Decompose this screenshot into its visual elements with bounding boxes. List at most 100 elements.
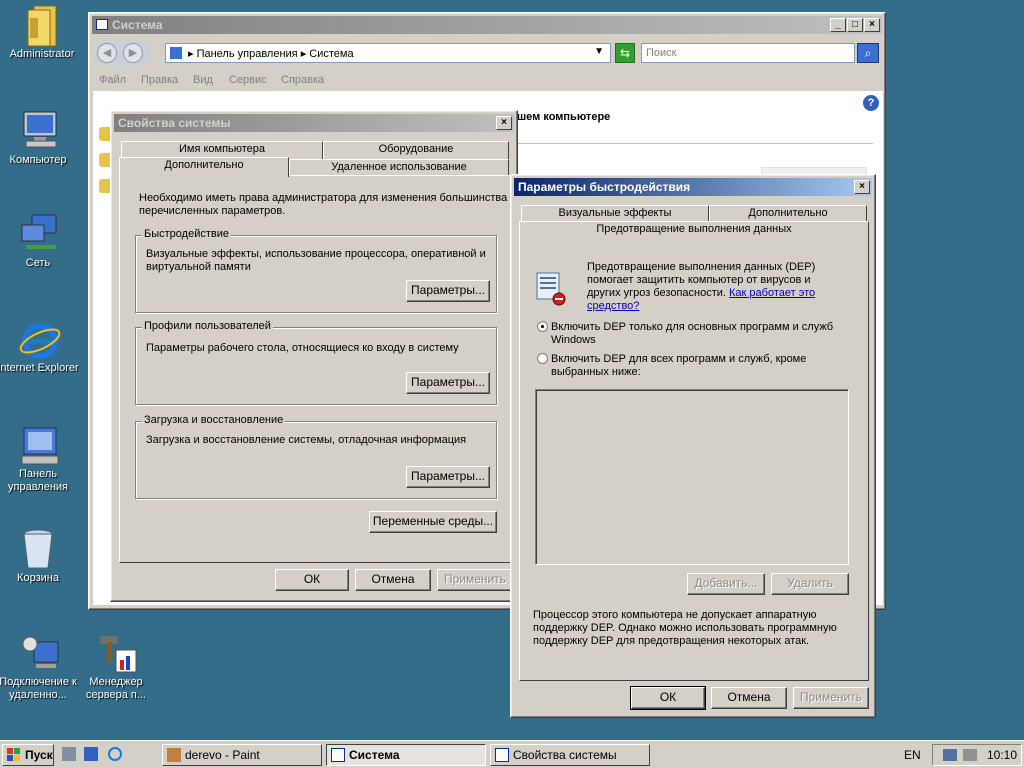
internet-explorer-icon[interactable] <box>108 747 122 761</box>
network-icon <box>18 213 58 253</box>
cancel-button[interactable]: Отмена <box>355 569 431 591</box>
desktop-icon-control-panel[interactable]: Панель управления <box>0 424 80 494</box>
refresh-icon[interactable]: ⇆ <box>615 43 635 63</box>
desktop-icon-server-manager[interactable]: Менеджер сервера п... <box>74 632 158 702</box>
desktop-icon-administrator[interactable]: Administrator <box>0 4 84 61</box>
show-desktop-icon[interactable] <box>84 747 98 761</box>
tab-dep[interactable]: Предотвращение выполнения данных <box>519 221 869 241</box>
group-performance: Быстродействие Визуальные эффекты, испол… <box>135 228 497 313</box>
desktop-icon-label: Панель управления <box>8 468 68 493</box>
system-properties-dialog[interactable]: Свойства системы × Имя компьютера Оборуд… <box>110 110 518 602</box>
task-system[interactable]: Система <box>326 744 486 766</box>
dep-description: Предотвращение выполнения данных (DEP) п… <box>587 261 837 313</box>
network-icon[interactable] <box>943 749 957 761</box>
profiles-settings-button[interactable]: Параметры... <box>406 372 490 394</box>
desktop-icon-label: Internet Explorer <box>0 362 79 374</box>
search-icon[interactable]: ⌕ <box>857 43 879 63</box>
start-label: Пуск <box>25 748 53 762</box>
dep-essential-label[interactable]: Включить DEP только для основных програм… <box>551 321 851 347</box>
breadcrumb-control-panel[interactable]: Панель управления <box>197 48 298 60</box>
minimize-button[interactable]: _ <box>830 18 846 32</box>
tab-hardware[interactable]: Оборудование <box>323 141 509 159</box>
close-button[interactable]: × <box>864 18 880 32</box>
group-text: Параметры рабочего стола, относящиеся ко… <box>146 342 459 354</box>
dep-all-radio[interactable] <box>537 353 548 364</box>
start-button[interactable]: Пуск <box>2 744 54 766</box>
menu-file[interactable]: Файл <box>99 74 126 86</box>
back-arrow-icon[interactable]: ◀ <box>97 43 117 63</box>
group-title: Быстродействие <box>142 228 231 240</box>
add-button[interactable]: Добавить... <box>687 573 765 595</box>
window-icon <box>96 19 108 30</box>
task-label: Свойства системы <box>513 748 617 762</box>
menu-view[interactable]: Вид <box>193 74 213 86</box>
group-title: Загрузка и восстановление <box>142 414 286 426</box>
help-icon[interactable]: ? <box>863 95 879 111</box>
close-button[interactable]: × <box>496 116 512 130</box>
menu-edit[interactable]: Правка <box>141 74 178 86</box>
tab-advanced[interactable]: Дополнительно <box>119 157 289 177</box>
group-text: Загрузка и восстановление системы, отлад… <box>146 434 467 446</box>
apply-button[interactable]: Применить <box>793 687 869 709</box>
menu-bar: Файл Правка Вид Сервис Справка <box>89 71 885 91</box>
group-user-profiles: Профили пользователей Параметры рабочего… <box>135 320 497 405</box>
environment-variables-button[interactable]: Переменные среды... <box>369 511 497 533</box>
desktop-icon-label: Сеть <box>25 257 51 269</box>
group-startup-recovery: Загрузка и восстановление Загрузка и вос… <box>135 414 497 499</box>
task-label: derevo - Paint <box>185 748 260 762</box>
desktop-icon-label: Administrator <box>9 48 75 60</box>
window-title: Система <box>112 18 163 32</box>
close-button[interactable]: × <box>854 180 870 194</box>
ok-button[interactable]: ОК <box>630 686 706 710</box>
recycle-bin-icon <box>18 528 58 569</box>
remove-button[interactable]: Удалить <box>771 573 849 595</box>
performance-options-dialog[interactable]: Параметры быстродействия × Визуальные эф… <box>510 174 876 718</box>
address-bar[interactable]: ▸ Панель управления ▸ Система ▼ <box>165 43 611 63</box>
performance-settings-button[interactable]: Параметры... <box>406 280 490 302</box>
dialog-title: Свойства системы <box>118 116 231 130</box>
maximize-button[interactable]: □ <box>847 18 863 32</box>
chevron-down-icon[interactable]: ▼ <box>594 46 604 57</box>
page-heading: шем компьютере <box>517 111 611 123</box>
forward-arrow-icon[interactable]: ▶ <box>123 43 143 63</box>
server-manager-icon[interactable] <box>62 747 76 761</box>
intro-text: Необходимо иметь права администратора дл… <box>139 192 508 217</box>
dialog-title: Параметры быстродействия <box>518 180 691 194</box>
task-paint[interactable]: derevo - Paint <box>162 744 322 766</box>
desktop-icon-recycle-bin[interactable]: Корзина <box>0 528 80 585</box>
dep-all-label[interactable]: Включить DEP для всех программ и служб, … <box>551 353 851 379</box>
server-manager-icon <box>96 632 137 673</box>
dep-footer-text: Процессор этого компьютера не допускает … <box>533 609 837 647</box>
desktop-icon-label: Корзина <box>17 572 59 584</box>
menu-help[interactable]: Справка <box>281 74 324 86</box>
dep-essential-radio[interactable] <box>537 321 548 332</box>
group-title: Профили пользователей <box>142 320 273 332</box>
apply-button[interactable]: Применить <box>437 569 513 591</box>
system-tray: 10:10 <box>932 744 1022 766</box>
dialog-titlebar[interactable]: Свойства системы × <box>114 114 514 132</box>
system-window-titlebar[interactable]: Система _ □ × <box>92 16 882 34</box>
volume-muted-icon[interactable] <box>963 749 977 761</box>
language-indicator[interactable]: EN <box>904 748 921 762</box>
dialog-titlebar[interactable]: Параметры быстродействия × <box>514 178 872 196</box>
clock[interactable]: 10:10 <box>987 748 1017 762</box>
paint-icon <box>167 748 181 762</box>
desktop-icon-computer[interactable]: Компьютер <box>0 110 80 167</box>
menu-tools[interactable]: Сервис <box>229 74 267 86</box>
system-icon <box>495 748 509 762</box>
search-input[interactable]: Поиск <box>641 43 855 63</box>
desktop-icon-network[interactable]: Сеть <box>0 213 80 270</box>
desktop-icon-internet-explorer[interactable]: Internet Explorer <box>0 318 80 375</box>
ok-button[interactable]: ОК <box>275 569 349 591</box>
startup-settings-button[interactable]: Параметры... <box>406 466 490 488</box>
windows-logo-icon <box>7 748 21 762</box>
control-panel-icon <box>170 47 182 59</box>
desktop-icon-remote-connection[interactable]: Подключение к удаленно... <box>0 632 80 702</box>
dep-icon <box>533 271 567 307</box>
breadcrumb-system[interactable]: Система <box>309 48 353 60</box>
cancel-button[interactable]: Отмена <box>711 687 787 709</box>
taskbar: Пуск derevo - Paint Система Свойства сис… <box>0 740 1024 768</box>
breadcrumb: ▸ Панель управления ▸ Система <box>188 48 354 60</box>
task-system-properties[interactable]: Свойства системы <box>490 744 650 766</box>
dep-exceptions-list[interactable] <box>535 389 849 565</box>
